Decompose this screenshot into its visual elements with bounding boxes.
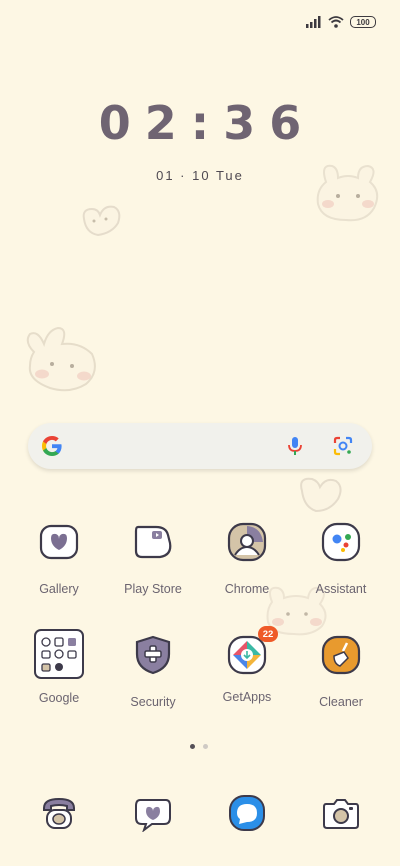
google-folder-icon (34, 629, 84, 679)
app-label: GetApps (222, 690, 272, 704)
microphone-icon[interactable] (284, 435, 306, 457)
gallery-icon (39, 524, 79, 560)
app-play-store[interactable]: Play Store (103, 521, 203, 596)
app-security[interactable]: Security (103, 634, 203, 709)
chrome-icon (227, 522, 267, 562)
battery-level: 100 (356, 17, 370, 27)
google-search-bar[interactable] (28, 423, 372, 469)
page-dot[interactable] (203, 744, 208, 749)
battery-icon: 100 (350, 16, 376, 28)
cleaner-broom-icon (321, 635, 361, 675)
assistant-icon (321, 522, 361, 562)
bunny-wallpaper-icon (316, 164, 379, 222)
heart-wallpaper-icon (82, 205, 121, 237)
play-store-icon (134, 525, 172, 559)
google-logo-icon (42, 436, 62, 456)
app-label: Security (130, 695, 176, 709)
chat-bubble-icon[interactable] (228, 794, 266, 832)
app-cleaner[interactable]: Cleaner (291, 634, 391, 709)
app-chrome[interactable]: Chrome (197, 521, 297, 596)
phone-icon[interactable] (40, 794, 78, 832)
app-label: Cleaner (319, 695, 363, 709)
wifi-icon (328, 16, 344, 28)
page-dot-active[interactable] (190, 744, 195, 749)
app-gallery[interactable]: Gallery (9, 521, 109, 596)
heart-wallpaper-icon (300, 477, 342, 513)
app-assistant[interactable]: Assistant (291, 521, 391, 596)
app-getapps[interactable]: 22 GetApps (197, 626, 297, 704)
app-label: Play Store (124, 582, 182, 596)
app-label: Google (38, 691, 80, 705)
messages-icon[interactable] (134, 794, 172, 832)
notification-badge: 22 (258, 626, 278, 642)
app-label: Chrome (224, 582, 270, 596)
signal-icon (306, 16, 321, 28)
google-lens-icon[interactable] (332, 435, 354, 457)
status-bar: 100 (306, 14, 376, 30)
page-indicator[interactable] (190, 744, 208, 749)
app-label: Gallery (39, 582, 79, 596)
bunny-wallpaper-icon (26, 326, 96, 392)
camera-icon[interactable] (322, 794, 360, 832)
security-shield-icon (135, 635, 171, 675)
lockscreen-clock: 02:36 (98, 96, 316, 150)
app-label: Assistant (315, 582, 367, 596)
app-google-folder[interactable]: Google (9, 628, 109, 705)
